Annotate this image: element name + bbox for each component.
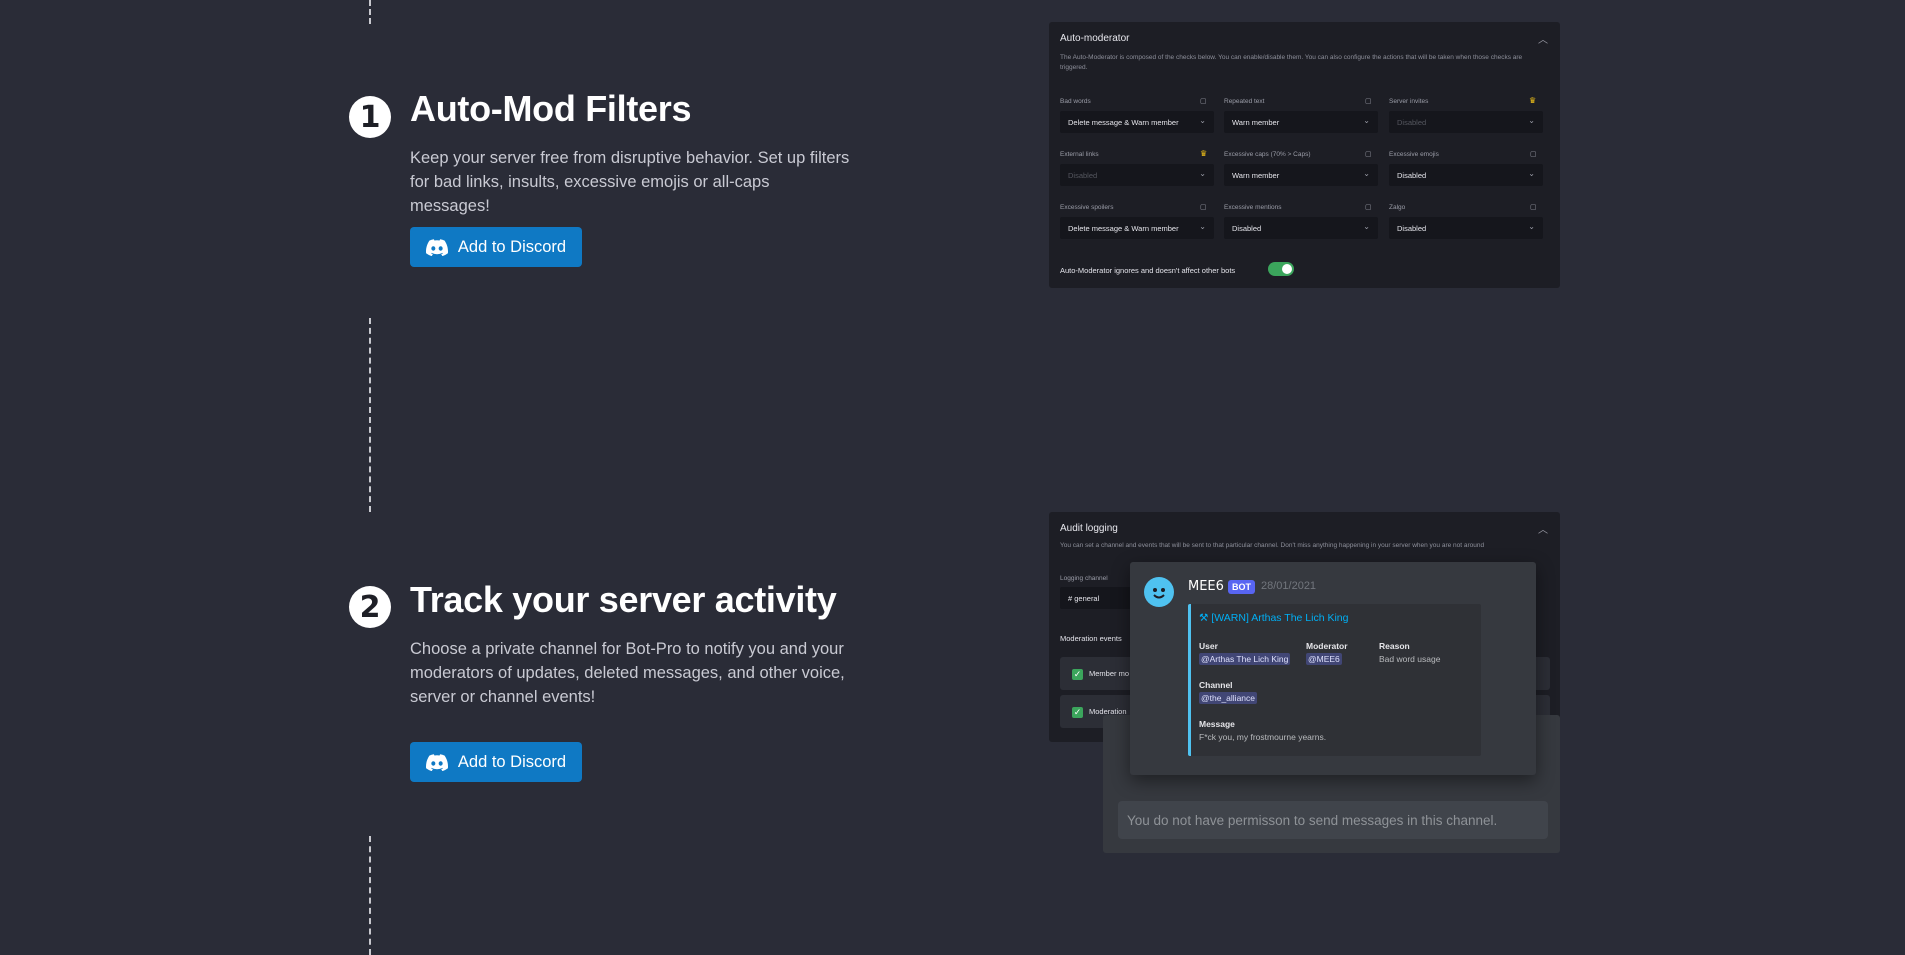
timeline-dash (369, 836, 371, 955)
field-value: @Arthas The Lich King (1199, 653, 1291, 665)
toggle-knob (1282, 264, 1292, 274)
chevron-down-icon: ⌄ (1528, 169, 1535, 178)
crown-icon: ♛ (1529, 96, 1537, 105)
message-icon: ▢ (1200, 98, 1207, 105)
embed: ⚒ [WARN] Arthas The Lich King User @Arth… (1188, 604, 1481, 756)
message-icon: ▢ (1530, 204, 1537, 211)
discord-message-card: MEE6 BOT 28/01/2021 ⚒ [WARN] Arthas The … (1130, 562, 1536, 775)
filter-select[interactable]: Disabled ⌄ (1389, 164, 1543, 186)
filter-select[interactable]: Disabled ⌄ (1389, 111, 1543, 133)
filter-select[interactable]: Disabled ⌄ (1389, 217, 1543, 239)
message-icon: ▢ (1365, 204, 1372, 211)
filter-label: Excessive emojis (1389, 151, 1439, 158)
bot-name: MEE6 (1188, 579, 1224, 594)
filter-label: Excessive spoilers (1060, 204, 1114, 211)
filter-select[interactable]: Disabled ⌄ (1224, 217, 1378, 239)
chevron-down-icon: ⌄ (1363, 116, 1370, 125)
panel-title: Audit logging (1060, 523, 1118, 534)
message-input[interactable]: You do not have permisson to send messag… (1118, 801, 1548, 839)
ignore-bots-toggle[interactable] (1268, 262, 1294, 276)
filter-label: Excessive mentions (1224, 204, 1282, 211)
feature-description: Choose a private channel for Bot-Pro to … (410, 640, 845, 706)
filter-select[interactable]: Disabled ⌄ (1060, 164, 1214, 186)
event-label: Member mo (1089, 669, 1130, 678)
field-label: User (1199, 641, 1218, 651)
avatar (1144, 577, 1174, 607)
chevron-up-icon[interactable]: ︿ (1538, 521, 1548, 536)
filter-label: Bad words (1060, 98, 1091, 105)
panel-title: Auto-moderator (1060, 33, 1130, 44)
checkbox-icon[interactable]: ✓ (1072, 707, 1083, 718)
field-label: Message (1199, 719, 1235, 729)
discord-icon (425, 753, 448, 771)
filter-label: Server invites (1389, 98, 1429, 105)
filter-select[interactable]: Delete message & Warn member ⌄ (1060, 217, 1214, 239)
embed-title[interactable]: ⚒ [WARN] Arthas The Lich King (1199, 612, 1349, 624)
crown-icon: ♛ (1200, 149, 1208, 158)
add-to-discord-button[interactable]: Add to Discord (410, 227, 582, 267)
field-value: Bad word usage (1379, 654, 1441, 664)
discord-icon (425, 238, 448, 256)
message-icon: ▢ (1530, 151, 1537, 158)
feature-title: Auto-Mod Filters (410, 88, 692, 129)
message-icon: ▢ (1365, 98, 1372, 105)
toggle-label: Auto-Moderator ignores and doesn't affec… (1060, 266, 1236, 275)
filter-select[interactable]: Warn member ⌄ (1224, 164, 1378, 186)
logging-channel-select[interactable]: # general (1060, 587, 1140, 609)
filter-select[interactable]: Warn member ⌄ (1224, 111, 1378, 133)
chevron-down-icon: ⌄ (1363, 222, 1370, 231)
button-label: Add to Discord (457, 752, 567, 771)
panel-description: The Auto-Moderator is composed of the ch… (1060, 54, 1523, 71)
checkbox-icon[interactable]: ✓ (1072, 669, 1083, 680)
chevron-down-icon: ⌄ (1528, 116, 1535, 125)
panel-description: You can set a channel and events that wi… (1060, 542, 1485, 549)
chevron-up-icon[interactable]: ︿ (1538, 31, 1548, 46)
chevron-down-icon: ⌄ (1528, 222, 1535, 231)
add-to-discord-button[interactable]: Add to Discord (410, 742, 582, 782)
chevron-down-icon: ⌄ (1199, 116, 1206, 125)
filter-label: Repeated text (1224, 98, 1265, 105)
filter-select[interactable]: Delete message & Warn member ⌄ (1060, 111, 1214, 133)
automod-panel: Auto-moderator ︿ The Auto-Moderator is c… (1049, 22, 1560, 288)
field-value: F*ck you, my frostmourne yearns. (1199, 732, 1327, 742)
message-date: 28/01/2021 (1261, 580, 1317, 592)
field-label: Moderator (1306, 641, 1348, 651)
bot-badge: BOT (1228, 580, 1255, 594)
message-icon: ▢ (1365, 151, 1372, 158)
events-label: Moderation events (1060, 634, 1122, 643)
filter-label: Excessive caps (70% > Caps) (1224, 151, 1311, 158)
avatar-icon (1153, 588, 1165, 599)
step-number: 2 (349, 586, 391, 628)
field-label: Channel (1199, 680, 1233, 690)
field-value: @the_alliance (1199, 692, 1257, 704)
channel-label: Logging channel (1060, 575, 1108, 582)
message-icon: ▢ (1200, 204, 1207, 211)
step-number: 1 (349, 96, 391, 138)
button-label: Add to Discord (457, 237, 567, 256)
field-value: @MEE6 (1306, 653, 1342, 665)
timeline-dash (369, 318, 371, 512)
filter-label: External links (1060, 151, 1099, 158)
chevron-down-icon: ⌄ (1363, 169, 1370, 178)
chevron-down-icon: ⌄ (1199, 169, 1206, 178)
feature-title: Track your server activity (410, 579, 837, 620)
chevron-down-icon: ⌄ (1199, 222, 1206, 231)
timeline-dash (369, 0, 371, 24)
feature-description: Keep your server free from disruptive be… (410, 149, 850, 215)
field-label: Reason (1379, 641, 1410, 651)
filter-label: Zalgo (1389, 204, 1406, 211)
